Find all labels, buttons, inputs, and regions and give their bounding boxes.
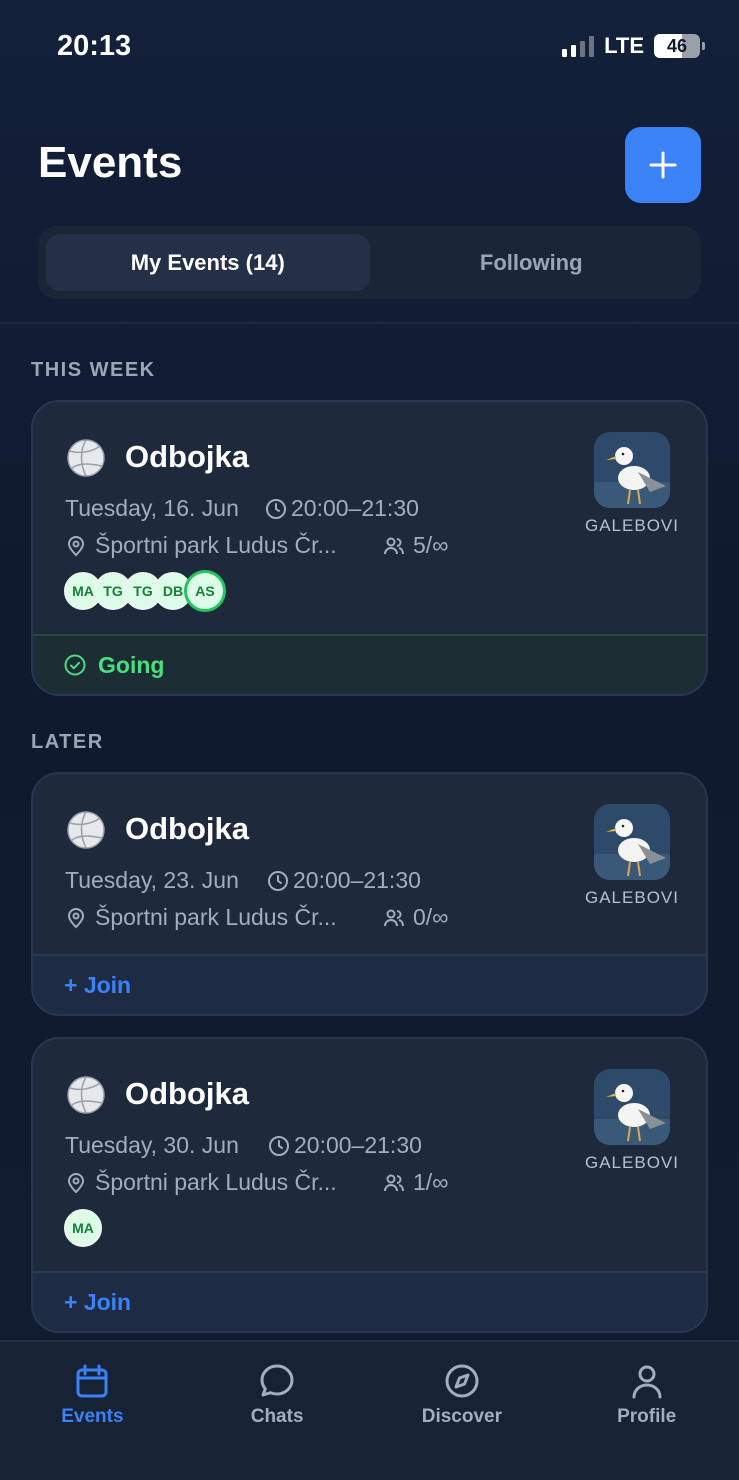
events-tabs: My Events (14) Following xyxy=(38,226,701,299)
event-time: 20:00–21:30 xyxy=(265,495,419,522)
event-location-text: Športni park Ludus Čr... xyxy=(95,904,337,930)
event-title: Odbojka xyxy=(125,1076,250,1111)
event-time: 20:00–21:30 xyxy=(268,1132,422,1159)
nav-chats-label: Chats xyxy=(250,1406,304,1427)
plus-icon xyxy=(649,151,677,179)
signal-icon xyxy=(562,35,595,57)
avatar: MA xyxy=(64,1209,102,1247)
section-label-this-week: THIS WEEK xyxy=(31,359,156,381)
section-label-later: LATER xyxy=(31,731,104,753)
battery-level: 46 xyxy=(666,35,688,56)
join-button[interactable]: + Join xyxy=(33,954,706,1014)
team-logo[interactable] xyxy=(594,1069,670,1145)
battery-cap xyxy=(702,42,705,50)
event-participants: 1/∞ xyxy=(383,1169,449,1196)
event-date: Tuesday, 30. Jun xyxy=(65,1132,239,1158)
team-logo[interactable] xyxy=(594,804,670,880)
check-circle-icon xyxy=(64,654,86,676)
volleyball-icon xyxy=(67,811,105,849)
event-card[interactable]: Odbojka Tuesday, 30. Jun 20:00–21:30 Špo… xyxy=(31,1037,708,1333)
event-time-text: 20:00–21:30 xyxy=(293,867,421,893)
event-participants-text: 5/∞ xyxy=(413,532,449,558)
people-icon xyxy=(384,1174,404,1191)
team-logo[interactable] xyxy=(594,432,670,508)
join-button[interactable]: + Join xyxy=(33,1271,706,1331)
people-icon xyxy=(384,537,404,554)
event-time-text: 20:00–21:30 xyxy=(294,1132,422,1158)
clock-icon xyxy=(269,1135,289,1156)
attendee-avatars: MA xyxy=(64,1209,102,1247)
clock-icon xyxy=(266,498,286,519)
seagull-image xyxy=(594,1069,670,1145)
location-pin-icon xyxy=(67,535,85,556)
team-name: GALEBOVI xyxy=(585,888,679,907)
people-icon xyxy=(384,909,404,926)
event-participants: 0/∞ xyxy=(383,904,449,931)
status-bar: 20:13 LTE 46 xyxy=(0,0,739,92)
event-location: Športni park Ludus Čr... xyxy=(65,1169,337,1196)
event-time: 20:00–21:30 xyxy=(267,867,421,894)
volleyball-icon xyxy=(67,1076,105,1114)
location-pin-icon xyxy=(67,1172,85,1193)
event-title: Odbojka xyxy=(125,811,250,846)
seagull-image xyxy=(594,432,670,508)
nav-chats[interactable]: Chats xyxy=(185,1342,370,1480)
event-card[interactable]: Odbojka Tuesday, 23. Jun 20:00–21:30 Špo… xyxy=(31,772,708,1016)
avatar-current-user: AS xyxy=(184,570,226,612)
nav-discover[interactable]: Discover xyxy=(370,1342,555,1480)
event-date: Tuesday, 23. Jun xyxy=(65,867,239,893)
nav-profile-label: Profile xyxy=(617,1406,677,1427)
battery-icon: 46 xyxy=(654,34,700,58)
seagull-image xyxy=(594,804,670,880)
team-name: GALEBOVI xyxy=(585,1153,679,1172)
event-location-text: Športni park Ludus Čr... xyxy=(95,1169,337,1195)
event-participants: 5/∞ xyxy=(383,532,449,559)
page-title: Events xyxy=(38,138,183,187)
status-going[interactable]: Going xyxy=(33,634,706,694)
person-icon xyxy=(632,1365,662,1399)
status-going-label: Going xyxy=(98,651,165,678)
network-label: LTE xyxy=(604,33,644,58)
add-event-button[interactable] xyxy=(625,127,701,203)
tab-following[interactable]: Following xyxy=(370,234,694,291)
bottom-navigation: Events Chats Discover Profile xyxy=(0,1340,739,1480)
event-card[interactable]: Odbojka Tuesday, 16. Jun 20:00–21:30 Špo… xyxy=(31,400,708,696)
attendee-avatars: MA TG TG DB AS xyxy=(64,570,226,612)
nav-discover-label: Discover xyxy=(421,1406,503,1427)
nav-events[interactable]: Events xyxy=(0,1342,185,1480)
header-divider xyxy=(0,322,739,324)
compass-icon xyxy=(445,1364,479,1398)
tab-my-events[interactable]: My Events (14) xyxy=(46,234,370,291)
clock-icon xyxy=(268,870,288,891)
location-pin-icon xyxy=(67,907,85,928)
event-location-text: Športni park Ludus Čr... xyxy=(95,532,337,558)
event-title: Odbojka xyxy=(125,439,250,474)
event-participants-text: 1/∞ xyxy=(413,1169,449,1195)
nav-profile[interactable]: Profile xyxy=(554,1342,739,1480)
team-name: GALEBOVI xyxy=(585,516,679,535)
nav-events-label: Events xyxy=(61,1406,124,1427)
event-location: Športni park Ludus Čr... xyxy=(65,904,337,931)
status-time: 20:13 xyxy=(57,30,132,62)
event-participants-text: 0/∞ xyxy=(413,904,449,930)
event-location: Športni park Ludus Čr... xyxy=(65,532,337,559)
status-indicators: LTE 46 xyxy=(562,33,705,59)
volleyball-icon xyxy=(67,439,105,477)
event-time-text: 20:00–21:30 xyxy=(291,495,419,521)
chat-bubble-icon xyxy=(260,1364,294,1397)
event-date: Tuesday, 16. Jun xyxy=(65,495,239,521)
calendar-icon xyxy=(76,1364,108,1398)
